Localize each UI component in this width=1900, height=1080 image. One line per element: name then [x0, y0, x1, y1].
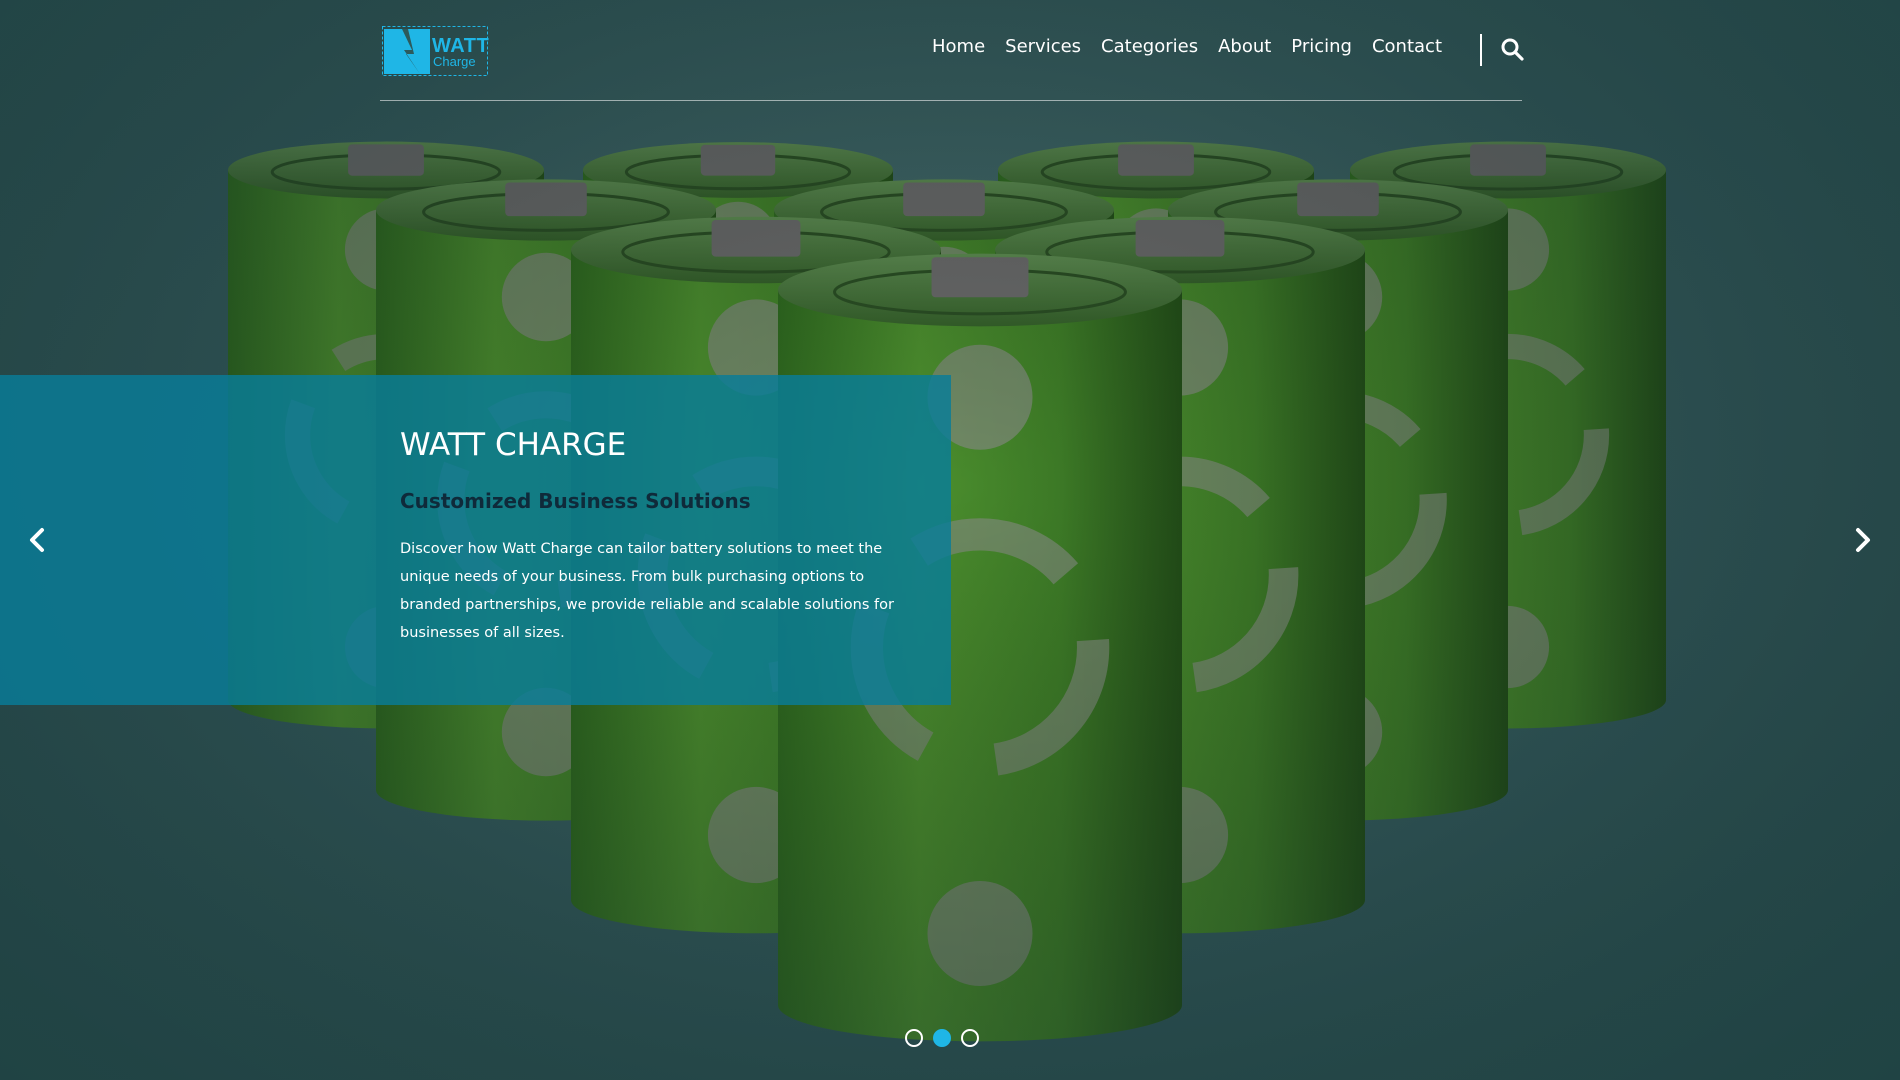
carousel-indicators [905, 1029, 979, 1047]
nav-about[interactable]: About [1218, 36, 1271, 57]
chevron-left-icon [30, 528, 44, 552]
carousel-dot-2[interactable] [933, 1029, 951, 1047]
nav-divider [1480, 34, 1482, 66]
logo-tagline: Charge [433, 54, 476, 69]
nav-contact[interactable]: Contact [1372, 36, 1442, 57]
search-button[interactable] [1500, 37, 1524, 61]
nav-services[interactable]: Services [1005, 36, 1081, 57]
main-navigation: Home Services Categories About Pricing C… [932, 36, 1442, 57]
nav-categories[interactable]: Categories [1101, 36, 1198, 57]
carousel-dot-1[interactable] [905, 1029, 923, 1047]
slide-description: Discover how Watt Charge can tailor batt… [400, 541, 894, 641]
search-icon [1501, 38, 1524, 61]
watt-charge-logo[interactable]: WATT Charge [382, 26, 489, 76]
slide-subtitle: Customized Business Solutions [400, 489, 751, 513]
chevron-right-icon [1856, 528, 1870, 552]
nav-home[interactable]: Home [932, 36, 985, 57]
slide-caption-panel: WATT CHARGE Customized Business Solution… [0, 375, 951, 705]
carousel-dot-3[interactable] [961, 1029, 979, 1047]
hero-carousel: WATT Charge Home Services Categories Abo… [0, 0, 1900, 1080]
site-header: WATT Charge Home Services Categories Abo… [380, 0, 1524, 101]
carousel-prev-button[interactable] [22, 522, 54, 558]
slide-title: WATT CHARGE [400, 427, 627, 463]
nav-pricing[interactable]: Pricing [1291, 36, 1352, 57]
carousel-next-button[interactable] [1846, 522, 1878, 558]
